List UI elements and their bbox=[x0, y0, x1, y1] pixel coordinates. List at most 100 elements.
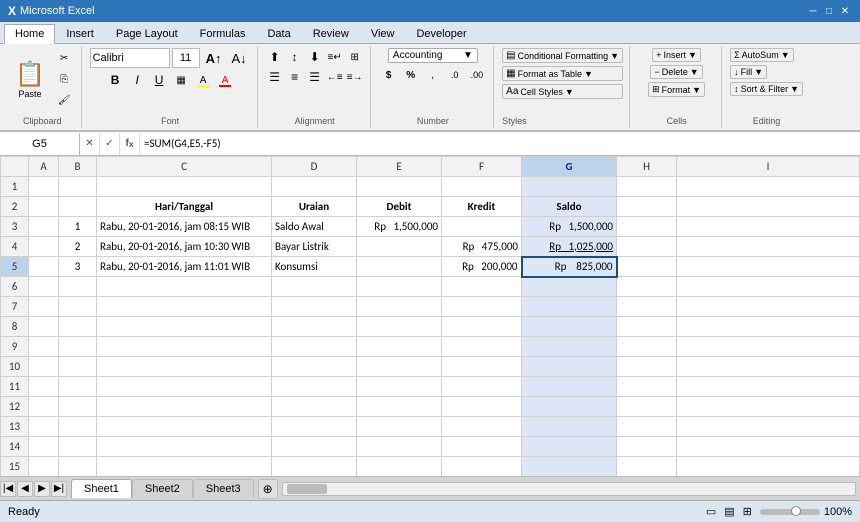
cell-a4[interactable] bbox=[29, 237, 59, 257]
next-sheet-button[interactable]: ▶ bbox=[34, 481, 50, 497]
cell-d1[interactable] bbox=[272, 177, 357, 197]
cell-a2[interactable] bbox=[29, 197, 59, 217]
cancel-formula-button[interactable]: ✕ bbox=[80, 133, 100, 155]
font-name-input[interactable] bbox=[90, 48, 170, 68]
confirm-formula-button[interactable]: ✓ bbox=[100, 133, 120, 155]
delete-button[interactable]: − Delete ▼ bbox=[650, 65, 702, 79]
underline-button[interactable]: U bbox=[149, 70, 169, 90]
cell-h3[interactable] bbox=[617, 217, 677, 237]
sheet-tab-sheet3[interactable]: Sheet3 bbox=[193, 479, 254, 498]
view-preview-icon[interactable]: ⊞ bbox=[743, 505, 752, 518]
cell-g4[interactable]: Rp 1,025,000 bbox=[522, 237, 617, 257]
cell-h4[interactable] bbox=[617, 237, 677, 257]
autosum-button[interactable]: Σ AutoSum ▼ bbox=[730, 48, 794, 62]
italic-button[interactable]: I bbox=[127, 70, 147, 90]
cell-i3[interactable] bbox=[677, 217, 860, 237]
add-sheet-button[interactable]: ⊕ bbox=[258, 479, 278, 499]
merge-center-button[interactable]: ⊞ bbox=[346, 48, 364, 66]
cut-button[interactable]: ✂ bbox=[54, 48, 75, 68]
minimize-button[interactable]: ─ bbox=[806, 4, 820, 18]
sheet-area[interactable]: A B C D E F G H I 1 bbox=[0, 156, 860, 476]
increase-indent-button[interactable]: ≡→ bbox=[346, 68, 364, 86]
cell-d2[interactable]: Uraian bbox=[272, 197, 357, 217]
tab-home[interactable]: Home bbox=[4, 24, 55, 44]
col-header-i[interactable]: I bbox=[677, 157, 860, 177]
cell-f1[interactable] bbox=[442, 177, 522, 197]
tab-insert[interactable]: Insert bbox=[55, 24, 105, 43]
align-right-button[interactable]: ☰ bbox=[306, 68, 324, 86]
align-left-button[interactable]: ☰ bbox=[266, 68, 284, 86]
cell-b1[interactable] bbox=[59, 177, 97, 197]
decrease-decimal-button[interactable]: .0 bbox=[445, 65, 465, 85]
cell-f5[interactable]: Rp 200,000 bbox=[442, 257, 522, 277]
col-header-g[interactable]: G bbox=[522, 157, 617, 177]
cell-e3[interactable]: Rp 1,500,000 bbox=[357, 217, 442, 237]
formula-input[interactable] bbox=[140, 133, 860, 155]
row-header-4[interactable]: 4 bbox=[1, 237, 29, 257]
cell-c2[interactable]: Hari/Tanggal bbox=[97, 197, 272, 217]
first-sheet-button[interactable]: |◀ bbox=[0, 481, 16, 497]
cell-i5[interactable] bbox=[677, 257, 860, 277]
tab-page-layout[interactable]: Page Layout bbox=[105, 24, 189, 43]
row-header-2[interactable]: 2 bbox=[1, 197, 29, 217]
align-top-button[interactable]: ⬆ bbox=[266, 48, 284, 66]
copy-button[interactable]: ⎘ bbox=[54, 69, 75, 89]
sort-filter-button[interactable]: ↕ Sort & Filter ▼ bbox=[730, 82, 803, 96]
cell-d3[interactable]: Saldo Awal bbox=[272, 217, 357, 237]
cell-f3[interactable] bbox=[442, 217, 522, 237]
format-painter-button[interactable]: 🖌 bbox=[54, 90, 75, 110]
percent-button[interactable]: % bbox=[401, 65, 421, 85]
tab-data[interactable]: Data bbox=[256, 24, 301, 43]
tab-formulas[interactable]: Formulas bbox=[189, 24, 257, 43]
view-layout-icon[interactable]: ▤ bbox=[724, 505, 734, 518]
cell-f4[interactable]: Rp 475,000 bbox=[442, 237, 522, 257]
cell-b3[interactable]: 1 bbox=[59, 217, 97, 237]
sheet-tab-sheet1[interactable]: Sheet1 bbox=[71, 479, 132, 498]
cell-c5[interactable]: Rabu, 20-01-2016, jam 11:01 WIB bbox=[97, 257, 272, 277]
cell-h1[interactable] bbox=[617, 177, 677, 197]
bold-button[interactable]: B bbox=[105, 70, 125, 90]
border-button[interactable]: ▦ bbox=[171, 70, 191, 90]
scrollbar-thumb[interactable] bbox=[287, 484, 327, 494]
cell-h5[interactable] bbox=[617, 257, 677, 277]
format-as-table-button[interactable]: ▦ Format as Table ▼ bbox=[502, 66, 623, 81]
conditional-formatting-button[interactable]: ▤ Conditional Formatting ▼ bbox=[502, 48, 623, 63]
cell-g2[interactable]: Saldo bbox=[522, 197, 617, 217]
cell-a3[interactable] bbox=[29, 217, 59, 237]
align-bottom-button[interactable]: ⬇ bbox=[306, 48, 324, 66]
cell-c1[interactable] bbox=[97, 177, 272, 197]
restore-button[interactable]: □ bbox=[822, 4, 836, 18]
cell-g5[interactable]: Rp 825,000 bbox=[522, 257, 617, 277]
cell-d4[interactable]: Bayar Listrik bbox=[272, 237, 357, 257]
col-header-h[interactable]: H bbox=[617, 157, 677, 177]
tab-review[interactable]: Review bbox=[302, 24, 360, 43]
last-sheet-button[interactable]: ▶| bbox=[51, 481, 67, 497]
paste-button[interactable]: 📋 Paste bbox=[10, 57, 50, 102]
zoom-thumb[interactable] bbox=[791, 506, 801, 516]
col-header-a[interactable]: A bbox=[29, 157, 59, 177]
cell-e4[interactable] bbox=[357, 237, 442, 257]
insert-button[interactable]: + Insert ▼ bbox=[652, 48, 701, 62]
font-color-button[interactable]: A bbox=[215, 70, 235, 90]
font-size-input[interactable] bbox=[172, 48, 200, 68]
decrease-indent-button[interactable]: ←≡ bbox=[326, 68, 344, 86]
format-button[interactable]: ⊞ Format ▼ bbox=[648, 82, 705, 97]
comma-button[interactable]: , bbox=[423, 65, 443, 85]
col-header-e[interactable]: E bbox=[357, 157, 442, 177]
cell-g1[interactable] bbox=[522, 177, 617, 197]
row-header-3[interactable]: 3 bbox=[1, 217, 29, 237]
cell-a5[interactable] bbox=[29, 257, 59, 277]
cell-b4[interactable]: 2 bbox=[59, 237, 97, 257]
zoom-slider[interactable] bbox=[760, 509, 820, 515]
tab-developer[interactable]: Developer bbox=[405, 24, 477, 43]
cell-b2[interactable] bbox=[59, 197, 97, 217]
fill-color-button[interactable]: A bbox=[193, 70, 213, 90]
view-normal-icon[interactable]: ▭ bbox=[706, 505, 716, 518]
cell-h2[interactable] bbox=[617, 197, 677, 217]
col-header-f[interactable]: F bbox=[442, 157, 522, 177]
cell-c4[interactable]: Rabu, 20-01-2016, jam 10:30 WIB bbox=[97, 237, 272, 257]
close-button[interactable]: ✕ bbox=[838, 4, 852, 18]
cell-c3[interactable]: Rabu, 20-01-2016, jam 08:15 WIB bbox=[97, 217, 272, 237]
insert-function-button[interactable]: fx bbox=[120, 133, 140, 155]
cell-a1[interactable] bbox=[29, 177, 59, 197]
